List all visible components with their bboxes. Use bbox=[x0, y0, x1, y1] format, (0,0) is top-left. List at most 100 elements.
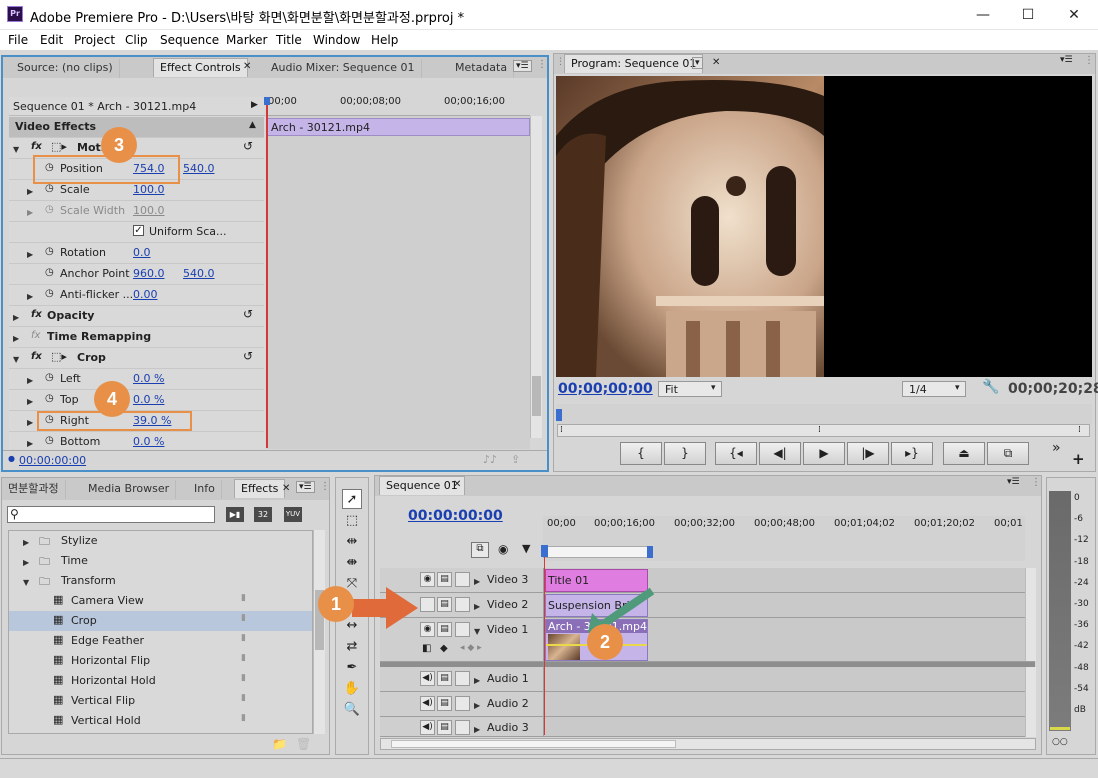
sequence-playhead[interactable] bbox=[544, 545, 545, 735]
stopwatch-icon[interactable]: ◷ bbox=[45, 435, 54, 446]
menu-project[interactable]: Project bbox=[74, 33, 115, 47]
ec-scrollbar[interactable] bbox=[530, 116, 542, 438]
anchor-y-value[interactable]: 540.0 bbox=[183, 267, 215, 280]
lock-icon[interactable] bbox=[455, 671, 470, 686]
keyframe-nav-icon[interactable]: ◂ ◆ ▸ bbox=[460, 643, 482, 653]
close-icon[interactable]: ✕ bbox=[243, 61, 251, 72]
effects-folder[interactable]: 🗀 Stylize bbox=[9, 531, 312, 551]
marker-icon[interactable]: ◉ bbox=[498, 542, 508, 556]
ec-timecode[interactable]: 00:00:00:00 bbox=[19, 454, 86, 467]
effects-item[interactable]: ▦ Vertical Flip ▮ bbox=[9, 691, 312, 711]
32bit-effects-icon[interactable]: 32 bbox=[254, 507, 272, 522]
tab-source[interactable]: Source: (no clips) bbox=[11, 59, 120, 78]
expand-icon[interactable] bbox=[27, 289, 33, 302]
close-icon[interactable]: ✕ bbox=[453, 479, 461, 490]
anchor-x-value[interactable]: 960.0 bbox=[133, 267, 165, 280]
expand-icon[interactable] bbox=[27, 205, 33, 218]
expand-icon[interactable] bbox=[27, 247, 33, 260]
speaker-icon[interactable]: ◀) bbox=[420, 671, 435, 686]
program-timecode[interactable]: 00;00;00;00 bbox=[558, 381, 653, 397]
tab-info[interactable]: Info bbox=[188, 480, 222, 499]
tab-project[interactable]: 면분할과정 bbox=[2, 480, 66, 499]
crop-row[interactable]: fx ⬚▸ Crop ↺ bbox=[9, 348, 264, 369]
sync-lock-icon[interactable]: ▤ bbox=[437, 671, 452, 686]
crop-transform-icon[interactable]: ⬚▸ bbox=[51, 350, 67, 363]
effects-item[interactable]: ▦ Horizontal Hold ▮ bbox=[9, 671, 312, 691]
lock-icon[interactable] bbox=[455, 622, 470, 637]
sequence-playhead-handle[interactable] bbox=[541, 545, 548, 557]
sequence-timecode[interactable]: 00:00:00:00 bbox=[408, 508, 503, 524]
collapse-icon[interactable] bbox=[23, 575, 29, 588]
expand-icon[interactable] bbox=[474, 722, 480, 735]
effects-item[interactable]: ▦ Vertical Hold ▮ bbox=[9, 711, 312, 731]
wrench-icon[interactable]: 🔧 bbox=[982, 379, 999, 395]
fx-icon[interactable]: fx bbox=[31, 141, 42, 152]
slide-tool-icon[interactable]: ⇄ bbox=[342, 637, 362, 657]
panel-menu-icon[interactable]: ▾☰ bbox=[1007, 477, 1020, 487]
expand-icon[interactable] bbox=[23, 535, 29, 548]
ec-scroll-thumb[interactable] bbox=[532, 376, 541, 416]
rotation-value[interactable]: 0.0 bbox=[133, 246, 151, 259]
effects-item[interactable]: ▦ Camera View ▮ bbox=[9, 591, 312, 611]
step-back-button[interactable]: ◀| bbox=[759, 442, 801, 465]
delete-icon[interactable]: 🗑 bbox=[296, 737, 311, 751]
sync-lock-icon[interactable]: ▤ bbox=[437, 720, 452, 735]
close-icon[interactable]: ✕ bbox=[712, 57, 720, 68]
effects-folder[interactable]: 🗀 Transform bbox=[9, 571, 312, 591]
extract-button[interactable]: ⧉ bbox=[987, 442, 1029, 465]
solo-buttons-icon[interactable]: ○○ bbox=[1052, 737, 1068, 747]
crop-left-value[interactable]: 0.0 % bbox=[133, 372, 164, 385]
menu-clip[interactable]: Clip bbox=[125, 33, 148, 47]
lock-icon[interactable] bbox=[455, 696, 470, 711]
lock-icon[interactable] bbox=[455, 572, 470, 587]
sync-lock-icon[interactable]: ▤ bbox=[437, 597, 452, 612]
expand-icon[interactable] bbox=[27, 436, 33, 449]
motion-transform-icon[interactable]: ⬚▸ bbox=[51, 140, 67, 153]
effects-item[interactable]: ▦ Crop ▮ bbox=[9, 611, 312, 631]
ripple-edit-tool-icon[interactable]: ⇹ bbox=[342, 532, 362, 552]
scroll-thumb-left-icon[interactable]: ⁞ bbox=[560, 425, 563, 435]
collapse-icon[interactable]: ▲ bbox=[249, 120, 256, 130]
panel-grip-icon[interactable]: ⋮ bbox=[320, 481, 330, 492]
ec-playhead[interactable] bbox=[266, 98, 268, 448]
effects-item[interactable]: ▦ Horizontal Flip ▮ bbox=[9, 651, 312, 671]
tab-effects[interactable]: Effects bbox=[234, 479, 286, 498]
expand-icon[interactable] bbox=[474, 574, 480, 587]
panel-grip-icon[interactable]: ⋮ bbox=[1084, 55, 1094, 66]
lock-icon[interactable] bbox=[455, 597, 470, 612]
stopwatch-icon[interactable]: ◷ bbox=[45, 267, 54, 278]
fit-dropdown[interactable]: Fit ▾ bbox=[658, 381, 722, 397]
crop-top-value[interactable]: 0.0 % bbox=[133, 393, 164, 406]
sequence-h-scrollbar[interactable] bbox=[380, 738, 1036, 750]
speaker-icon[interactable]: ◀) bbox=[420, 696, 435, 711]
track-select-tool-icon[interactable]: ⬚ bbox=[342, 511, 362, 531]
opacity-row[interactable]: fx Opacity ↺ bbox=[9, 306, 264, 327]
display-style-icon[interactable]: ◧ bbox=[422, 643, 431, 654]
zoom-tool-icon[interactable]: 🔍 bbox=[342, 700, 362, 720]
mark-in-button[interactable]: { bbox=[620, 442, 662, 465]
eye-icon[interactable]: ◉ bbox=[420, 572, 435, 587]
keyframe-icon[interactable]: ◆ bbox=[440, 643, 448, 654]
fx-icon[interactable]: fx bbox=[31, 309, 42, 320]
sync-lock-icon[interactable]: ▤ bbox=[437, 572, 452, 587]
ec-clip-bar[interactable]: Arch - 30121.mp4 bbox=[267, 118, 530, 136]
tab-metadata[interactable]: Metadata bbox=[449, 59, 515, 78]
effects-search-input[interactable]: ⚲ bbox=[7, 506, 215, 523]
crop-bottom-value[interactable]: 0.0 % bbox=[133, 435, 164, 448]
stopwatch-icon[interactable]: ◷ bbox=[45, 288, 54, 299]
expand-icon[interactable] bbox=[13, 142, 19, 155]
uniform-scale-checkbox[interactable]: ✓ bbox=[133, 225, 144, 236]
expand-icon[interactable] bbox=[474, 599, 480, 612]
menu-file[interactable]: File bbox=[8, 33, 28, 47]
audio-tracks-scrollbar[interactable] bbox=[1025, 667, 1036, 737]
expand-icon[interactable] bbox=[27, 394, 33, 407]
expand-icon[interactable] bbox=[13, 331, 19, 344]
pen-tool-icon[interactable]: ✒ bbox=[342, 658, 362, 678]
expand-icon[interactable] bbox=[27, 415, 33, 428]
go-to-in-button[interactable]: {◂ bbox=[715, 442, 757, 465]
ec-playhead-handle[interactable] bbox=[264, 97, 270, 105]
set-marker-icon[interactable]: ▼ bbox=[522, 542, 530, 555]
video-tracks-scrollbar[interactable] bbox=[1025, 568, 1036, 661]
tab-audio-mixer[interactable]: Audio Mixer: Sequence 01 bbox=[265, 59, 422, 78]
accelerated-effects-icon[interactable]: ▶▮ bbox=[226, 507, 244, 522]
